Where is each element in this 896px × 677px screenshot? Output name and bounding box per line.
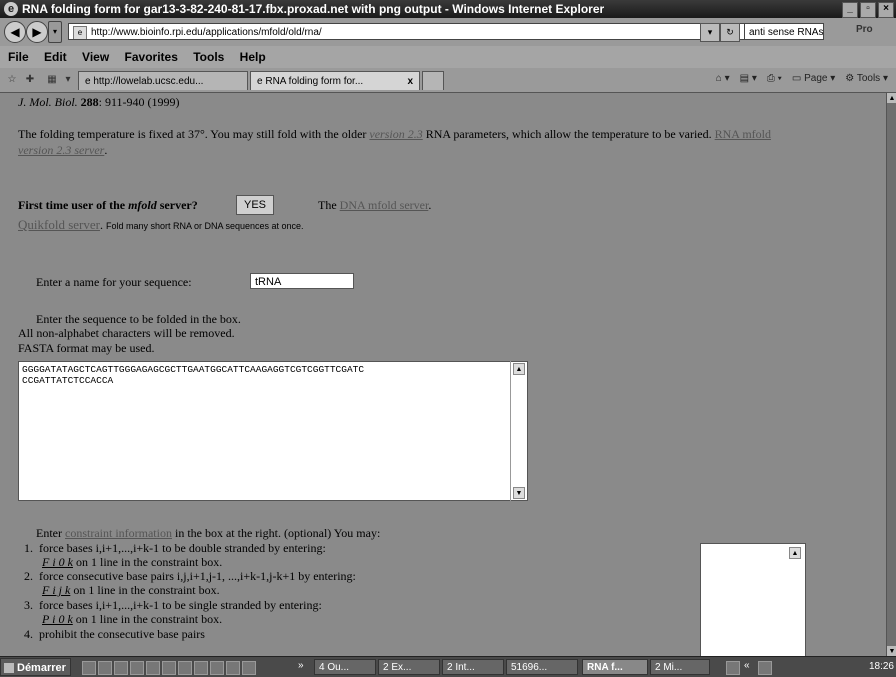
scroll-up-icon[interactable]: ▲ (887, 93, 896, 103)
first-time-question: First time user of the mfold server? (18, 198, 198, 212)
tools-menu[interactable]: ⚙ Tools ▾ (845, 73, 888, 84)
temperature-text: The folding temperature is fixed at 37°.… (18, 127, 771, 141)
quicklaunch-icon[interactable] (178, 661, 192, 675)
tab-close-icon[interactable]: x (407, 72, 413, 90)
constraint-item-2: 2. force consecutive base pairs i,j,i+1,… (24, 569, 356, 583)
menu-edit[interactable]: Edit (44, 50, 67, 64)
quicklaunch-icon[interactable] (146, 661, 160, 675)
taskbar-overflow-icon[interactable]: » (298, 660, 304, 671)
quikfold-link[interactable]: Quikfold server (18, 217, 100, 232)
quicklaunch-icon[interactable] (98, 661, 112, 675)
version-server-link[interactable]: version 2.3 server (18, 143, 104, 157)
search-input[interactable]: anti sense RNAs (744, 23, 824, 40)
scroll-down-icon[interactable]: ▼ (887, 646, 896, 656)
ie-logo-icon: e (4, 2, 18, 16)
page-icon: e (73, 26, 87, 39)
scroll-down-icon[interactable]: ▼ (513, 487, 525, 499)
taskbar: Démarrer » 4 Ou... 2 Ex... 2 Int... 5169… (0, 656, 896, 677)
quicklaunch-icon[interactable] (130, 661, 144, 675)
window-titlebar: e RNA folding form for gar13-3-82-240-81… (0, 0, 896, 18)
menu-view[interactable]: View (82, 50, 109, 64)
menu-tools[interactable]: Tools (193, 50, 224, 64)
sequence-label: Enter the sequence to be folded in the b… (36, 312, 241, 326)
tab-list-icon[interactable]: ▾ (60, 73, 76, 87)
network-icon[interactable] (758, 661, 772, 675)
version-link[interactable]: version 2.3 (369, 127, 422, 141)
menu-file[interactable]: File (8, 50, 29, 64)
quicklaunch-icon[interactable] (210, 661, 224, 675)
close-button[interactable]: × (878, 2, 894, 18)
name-label: Enter a name for your sequence: (36, 275, 192, 289)
history-dropdown[interactable]: ▾ (48, 21, 62, 43)
rna-mfold-link[interactable]: RNA mfold (715, 127, 771, 141)
constraint-item-1: 1. force bases i,i+1,...,i+k-1 to be dou… (24, 541, 326, 555)
constraint-item-4: 4. prohibit the consecutive base pairs (24, 627, 205, 641)
sequence-name-input[interactable]: tRNA (250, 273, 354, 289)
window-title: RNA folding form for gar13-3-82-240-81-1… (22, 2, 605, 16)
clock: 18:26 (868, 661, 894, 672)
sequence-note-1: All non-alphabet characters will be remo… (18, 326, 235, 340)
quicklaunch-icon[interactable] (242, 661, 256, 675)
forward-button[interactable]: ▶ (26, 21, 48, 43)
windows-logo-icon (4, 663, 14, 673)
scroll-up-icon[interactable]: ▲ (513, 363, 525, 375)
print-icon[interactable]: ⎙ ▾ (767, 73, 782, 84)
taskbar-button[interactable]: 2 Mi... (650, 659, 710, 675)
tab-bar: ☆ ✚ ▦ ▾ e http://lowelab.ucsc.edu... e R… (0, 68, 896, 93)
search-provider-label[interactable]: Pro (856, 24, 873, 35)
menu-help[interactable]: Help (240, 50, 266, 64)
command-bar: ⌂ ▾ ▤ ▾ ⎙ ▾ ▭ Page ▾ ⚙ Tools ▾ (716, 73, 888, 84)
taskbar-button[interactable]: 2 Ex... (378, 659, 440, 675)
constraint-intro: Enter constraint information in the box … (36, 526, 381, 540)
maximize-button[interactable]: ▫ (860, 2, 876, 18)
constraint-info-link[interactable]: constraint information (65, 526, 172, 540)
quicklaunch-icon[interactable] (226, 661, 240, 675)
tab-rna-folding[interactable]: e RNA folding form for... x (250, 71, 420, 90)
tray-icon[interactable] (726, 661, 740, 675)
taskbar-button[interactable]: 2 Int... (442, 659, 504, 675)
page-scrollbar[interactable]: ▲ ▼ (886, 93, 896, 656)
menu-bar: File Edit View Favorites Tools Help (0, 46, 896, 68)
quikfold-description: Fold many short RNA or DNA sequences at … (105, 221, 304, 231)
constraint-item-3: 3. force bases i,i+1,...,i+k-1 to be sin… (24, 598, 322, 612)
address-input[interactable]: e http://www.bioinfo.rpi.edu/application… (68, 23, 796, 40)
citation: J. Mol. Biol. 288: 911-940 (1999) (18, 95, 180, 109)
start-button[interactable]: Démarrer (0, 658, 71, 676)
page-content: J. Mol. Biol. 288: 911-940 (1999) The fo… (0, 93, 886, 656)
constraint-scrollbar[interactable]: ▲ (788, 543, 802, 656)
yes-button[interactable]: YES (236, 195, 274, 215)
page-menu[interactable]: ▭ Page ▾ (792, 73, 835, 84)
menu-favorites[interactable]: Favorites (125, 50, 178, 64)
feeds-icon[interactable]: ▤ ▾ (740, 73, 757, 84)
sequence-textarea[interactable]: GGGGATATAGCTCAGTTGGGAGAGCGCTTGAATGGCATTC… (18, 361, 528, 501)
scroll-up-icon[interactable]: ▲ (789, 547, 801, 559)
sequence-scrollbar[interactable]: ▲ ▼ (510, 361, 527, 501)
forward-arrow-icon: ▶ (32, 25, 42, 39)
tray-expand-icon[interactable]: « (744, 660, 750, 671)
taskbar-button[interactable]: 51696... (506, 659, 578, 675)
taskbar-button[interactable]: 4 Ou... (314, 659, 376, 675)
address-toolbar: ◀ ▶ ▾ e http://www.bioinfo.rpi.edu/appli… (0, 18, 896, 47)
quicklaunch-icon[interactable] (82, 661, 96, 675)
home-icon[interactable]: ⌂ ▾ (716, 73, 730, 84)
back-arrow-icon: ◀ (10, 25, 20, 39)
address-dropdown-button[interactable]: ▾ (700, 23, 720, 42)
refresh-icon[interactable]: ↻ (720, 23, 740, 42)
new-tab-button[interactable] (422, 71, 444, 90)
quick-tabs-icon[interactable]: ▦ (44, 73, 60, 87)
quicklaunch-icon[interactable] (194, 661, 208, 675)
dna-server-text: The DNA mfold server. (318, 198, 432, 212)
favorites-star-icon[interactable]: ☆ (4, 73, 20, 87)
quicklaunch-icon[interactable] (114, 661, 128, 675)
taskbar-button-active[interactable]: RNA f... (582, 659, 648, 675)
dna-mfold-link[interactable]: DNA mfold server (340, 198, 429, 212)
tab-lowelab[interactable]: e http://lowelab.ucsc.edu... (78, 71, 248, 90)
add-favorites-icon[interactable]: ✚ (22, 73, 38, 87)
minimize-button[interactable]: _ (842, 2, 858, 18)
back-button[interactable]: ◀ (4, 21, 26, 43)
sequence-note-2: FASTA format may be used. (18, 341, 155, 355)
window-controls: _ ▫ × (842, 2, 894, 18)
quicklaunch-icon[interactable] (162, 661, 176, 675)
